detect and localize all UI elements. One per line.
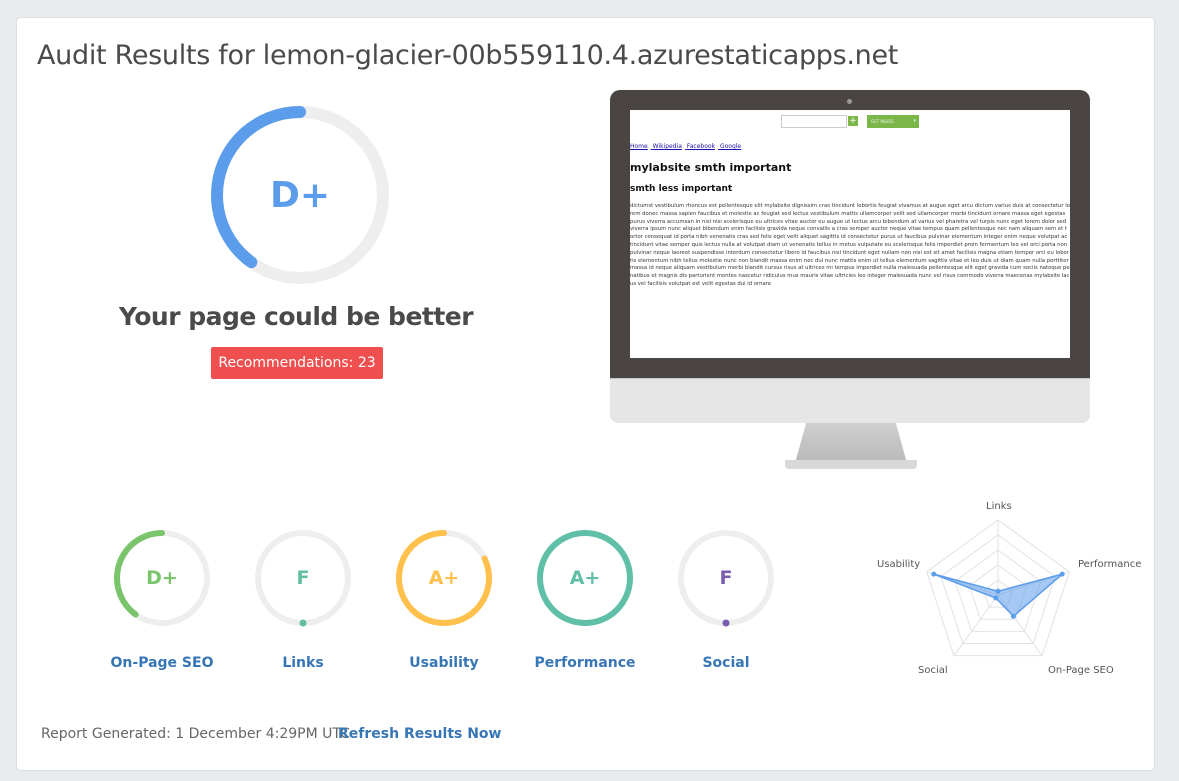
radar-label-links: Links xyxy=(986,501,1012,512)
category-grade: A+ xyxy=(428,567,460,589)
preview-nav-link: Facebook xyxy=(686,143,716,150)
caret-down-icon: ▾ xyxy=(913,118,916,124)
category-grade: A+ xyxy=(569,567,601,589)
category-radar-chart: Links Performance On-Page SEO Social Usa… xyxy=(870,495,1150,685)
category-gauge: D+ xyxy=(111,527,213,629)
category-grade: D+ xyxy=(146,567,178,589)
recommendations-button[interactable]: Recommendations: 23 xyxy=(211,347,383,379)
refresh-results-link[interactable]: Refresh Results Now xyxy=(338,726,501,742)
radar-point xyxy=(995,588,1001,594)
category-grade: F xyxy=(296,567,310,589)
report-generated-text: Report Generated: 1 December 4:29PM UTC xyxy=(41,726,350,742)
page-title: Audit Results for lemon-glacier-00b55911… xyxy=(37,40,899,71)
monitor-camera xyxy=(847,99,852,104)
preview-subheading: smth less important xyxy=(630,184,733,194)
radar-point xyxy=(1010,613,1016,619)
category-label[interactable]: Links xyxy=(223,655,383,671)
overall-grade: D+ xyxy=(269,174,331,216)
preview-nav-link: Home xyxy=(630,143,648,150)
radar-label-onpage-seo: On-Page SEO xyxy=(1048,665,1114,676)
preview-button-label: GET INSIDE xyxy=(871,119,894,124)
preview-nav-link: Wikipedia xyxy=(652,143,682,150)
preview-plus-icon: + xyxy=(848,116,858,126)
preview-body-text: dictumst vestibulum rhoncus est pellente… xyxy=(630,203,1070,287)
preview-button: GET INSIDE ▾ xyxy=(867,115,919,128)
preview-nav-link: Google xyxy=(719,143,742,150)
site-preview-monitor: + GET INSIDE ▾ Home Wikipedia Facebook Go… xyxy=(610,90,1092,472)
preview-nav: Home Wikipedia Facebook Google xyxy=(630,143,744,150)
monitor-base xyxy=(785,460,917,469)
radar-label-performance: Performance xyxy=(1078,559,1142,570)
category-gauge: F xyxy=(252,527,354,629)
overall-headline: Your page could be better xyxy=(118,302,474,331)
radar-label-social: Social xyxy=(918,665,948,676)
monitor-chin xyxy=(610,378,1090,423)
radar-point xyxy=(931,571,937,577)
category-label[interactable]: Social xyxy=(646,655,806,671)
monitor-stand xyxy=(795,423,907,463)
category-gauge: F xyxy=(675,527,777,629)
radar-label-usability: Usability xyxy=(877,559,921,570)
radar-plot xyxy=(926,519,1070,657)
category-grade: F xyxy=(719,567,733,589)
category-label[interactable]: Usability xyxy=(364,655,524,671)
site-screenshot: + GET INSIDE ▾ Home Wikipedia Facebook Go… xyxy=(630,110,1070,358)
category-label[interactable]: On-Page SEO xyxy=(82,655,242,671)
monitor-frame: + GET INSIDE ▾ Home Wikipedia Facebook Go… xyxy=(610,90,1090,422)
preview-search-box xyxy=(781,115,847,128)
category-gauge: A+ xyxy=(534,527,636,629)
preview-heading: mylabsite smth important xyxy=(630,161,792,174)
category-label[interactable]: Performance xyxy=(505,655,665,671)
radar-point xyxy=(993,595,999,601)
radar-point xyxy=(1059,571,1065,577)
category-gauge: A+ xyxy=(393,527,495,629)
